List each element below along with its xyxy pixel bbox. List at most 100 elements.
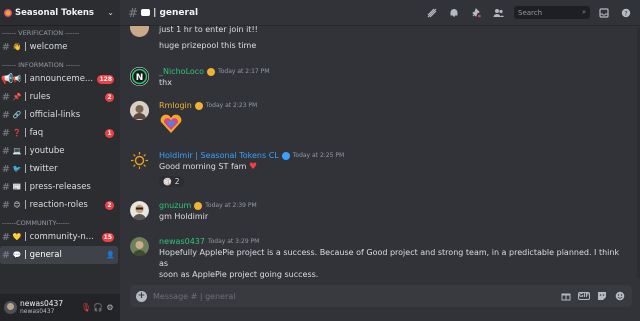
volleyball-icon: 🏐 [163, 177, 172, 186]
message[interactable]: newas0437 Today at 3:29 PM Hopefully App… [130, 236, 630, 280]
category-information[interactable]: ------ INFORMATION ------ [0, 60, 120, 70]
message-text: just 1 hr to enter join it!! [159, 26, 258, 34]
user-info[interactable]: newas0437 newas0437 [20, 298, 80, 316]
server-header[interactable]: Seasonal Tokens ⌄ [0, 0, 120, 26]
role-badge-icon [194, 101, 203, 110]
user-panel: newas0437 newas0437 🎙 🎧 ⚙ [0, 294, 120, 321]
message-author[interactable]: gnuzum [159, 201, 191, 210]
mention-badge: 1 [105, 128, 114, 138]
heart-emoji-image [159, 114, 630, 136]
reaction-button[interactable]: 🏐 2 [159, 176, 184, 187]
message-author[interactable]: Holdimir | Seasonal Tokens CL [159, 151, 279, 160]
channel-label: | official-links [24, 110, 81, 120]
message-input[interactable]: Message # | general [153, 292, 554, 301]
avatar[interactable] [130, 101, 149, 120]
channel-general[interactable]: # 💬 | general 👤 [0, 246, 118, 264]
threads-icon[interactable] [424, 5, 440, 21]
members-icon[interactable] [490, 5, 506, 21]
message[interactable]: Holdimir | Seasonal Tokens CL Today at 2… [130, 150, 630, 187]
hash-icon: # [1, 163, 11, 175]
sticker-icon[interactable] [596, 290, 608, 302]
emoji-picker-icon[interactable] [614, 290, 626, 302]
gear-icon[interactable]: ⚙ [104, 302, 116, 314]
message-timestamp: Today at 3:29 PM [207, 238, 260, 245]
category-verification[interactable]: ------ VERIFICATION ------ [0, 28, 120, 38]
help-icon[interactable]: ? [618, 5, 634, 21]
message-text-content: Good morning ST fam [159, 162, 247, 171]
message-composer[interactable]: + Message # | general GIF [130, 285, 632, 307]
avatar[interactable]: N [130, 67, 149, 86]
message-author[interactable]: _NichoLoco [159, 67, 204, 76]
svg-text:?: ? [624, 10, 627, 17]
message[interactable]: N _NichoLoco Today at 2:17 PM thx [130, 66, 630, 88]
hash-icon: # [1, 231, 11, 243]
channel-official-links[interactable]: # 🔗 | official-links [0, 106, 118, 124]
headphones-icon[interactable]: 🎧 [92, 302, 104, 314]
channel-rules[interactable]: # 📌 | rules 2 [0, 88, 118, 106]
channel-press-releases[interactable]: # 📰 | press-releases [0, 178, 118, 196]
message-text: soon as ApplePie project going success. [159, 270, 319, 279]
channel-announcements[interactable]: 📢 📢 | announceme... 128 [0, 70, 118, 88]
inbox-icon[interactable] [596, 5, 612, 21]
message-text: Good morning ST fam ♥ [159, 161, 630, 173]
gift-icon[interactable] [560, 290, 572, 302]
avatar[interactable] [130, 201, 149, 220]
server-name: Seasonal Tokens [15, 7, 94, 18]
channel-label: | welcome [24, 42, 68, 52]
channel-welcome[interactable]: # 👋 | welcome [0, 38, 118, 56]
message-timestamp: Today at 2:25 PM [292, 152, 345, 159]
channel-community-news[interactable]: # 💛 | community-n... 15 [0, 228, 118, 246]
speech-bubble-icon: 💬 [12, 251, 22, 259]
message-continuation[interactable]: just 1 hr to enter join it!! huge prizep… [130, 26, 630, 51]
smile-icon: 😊 [13, 201, 21, 209]
category-community[interactable]: ------COMMUNITY------ [0, 218, 120, 228]
message[interactable]: Rmlogin Today at 2:23 PM [130, 100, 630, 136]
gif-icon[interactable]: GIF [578, 292, 590, 300]
red-heart-icon: ♥ [249, 162, 258, 172]
avatar[interactable] [4, 301, 17, 314]
bell-icon[interactable] [446, 5, 462, 21]
server-icon [4, 8, 12, 17]
mic-muted-icon[interactable]: 🎙 [80, 302, 92, 314]
hash-icon: # [128, 5, 139, 20]
message-timestamp: Today at 2:39 PM [205, 202, 257, 209]
avatar[interactable] [130, 237, 149, 256]
mention-badge: 128 [97, 74, 114, 84]
avatar[interactable] [130, 151, 149, 170]
channel-youtube[interactable]: # 💻 | youtube [0, 142, 118, 160]
avatar[interactable] [130, 26, 149, 37]
search-icon: ⌕ [582, 8, 586, 16]
mention-badge: 2 [105, 92, 114, 102]
message-author[interactable]: newas0437 [159, 237, 205, 246]
bird-icon: 🐦 [12, 165, 22, 173]
chevron-down-icon[interactable]: ⌄ [107, 8, 114, 17]
channel-label: | community-n... [24, 232, 94, 242]
mention-badge: 2 [105, 200, 114, 210]
channel-twitter[interactable]: # 🐦 | twitter [0, 160, 118, 178]
message-text: Hopefully ApplePie project is a success.… [159, 248, 620, 268]
message[interactable]: gnuzum Today at 2:39 PM gm Holdimir [130, 200, 630, 222]
message-author[interactable]: Rmlogin [159, 101, 192, 110]
channel-label: | reaction-roles [24, 200, 88, 210]
channel-header: # | general Search ⌕ ? [120, 0, 640, 26]
search-input[interactable]: Search ⌕ [514, 6, 590, 19]
role-badge-icon [207, 67, 216, 76]
add-member-icon[interactable]: 👤 [106, 251, 115, 259]
add-attachment-button[interactable]: + [136, 290, 147, 302]
channel-faq[interactable]: # ❓ | faq 1 [0, 124, 118, 142]
newspaper-icon: 📰 [12, 183, 22, 191]
hash-icon: # [1, 199, 11, 211]
pin-icon[interactable] [468, 5, 484, 21]
message-text: huge prizepool this time [159, 41, 257, 50]
channel-label: | faq [24, 128, 44, 138]
hash-icon: # [1, 109, 11, 121]
channel-sidebar: Seasonal Tokens ⌄ ------ VERIFICATION --… [0, 0, 120, 321]
channel-label: | announceme... [24, 74, 94, 84]
reaction-count: 2 [174, 177, 180, 186]
role-badge-icon [194, 201, 203, 210]
channel-reaction-roles[interactable]: # 😊 | reaction-roles 2 [0, 196, 118, 214]
channel-title: | general [153, 7, 199, 18]
message-timestamp: Today at 2:17 PM [218, 68, 270, 75]
svg-text:N: N [136, 73, 144, 83]
user-name: newas0437 [20, 298, 64, 308]
